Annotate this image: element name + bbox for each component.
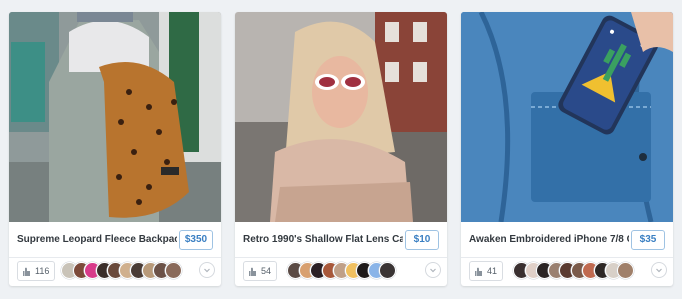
like-count: 54 (261, 266, 272, 276)
chevron-glyph (656, 268, 662, 273)
product-image[interactable] (9, 12, 221, 222)
like-button[interactable]: 41 (469, 261, 504, 281)
avatar[interactable] (379, 262, 396, 279)
thumb-icon (475, 267, 482, 276)
divider (235, 257, 447, 258)
chevron-down-icon[interactable] (651, 262, 667, 278)
chevron-down-icon[interactable] (425, 262, 441, 278)
avatar[interactable] (616, 262, 634, 279)
product-title[interactable]: Supreme Leopard Fleece Backpack (17, 234, 177, 245)
price-badge[interactable]: $35 (631, 230, 665, 250)
divider (461, 257, 673, 258)
thumb-icon (23, 267, 30, 276)
product-title[interactable]: Awaken Embroidered iPhone 7/8 Case (469, 234, 629, 245)
chevron-glyph (430, 268, 436, 273)
thumb-icon (249, 267, 256, 276)
avatar[interactable] (164, 262, 182, 279)
like-count: 41 (487, 266, 498, 276)
product-image[interactable] (461, 12, 673, 222)
product-title[interactable]: Retro 1990's Shallow Flat Lens Cat Eye S… (243, 234, 403, 245)
like-button[interactable]: 54 (243, 261, 278, 281)
like-button[interactable]: 116 (17, 261, 56, 281)
product-image[interactable] (235, 12, 447, 222)
product-card[interactable]: Awaken Embroidered iPhone 7/8 Case $35 4… (461, 12, 673, 286)
chevron-down-icon[interactable] (199, 262, 215, 278)
chevron-glyph (204, 268, 210, 273)
like-count: 116 (35, 266, 50, 276)
price-badge[interactable]: $350 (179, 230, 213, 250)
divider (9, 257, 221, 258)
product-card[interactable]: Retro 1990's Shallow Flat Lens Cat Eye S… (235, 12, 447, 286)
product-card[interactable]: Supreme Leopard Fleece Backpack $350 116 (9, 12, 221, 286)
price-badge[interactable]: $10 (405, 230, 439, 250)
